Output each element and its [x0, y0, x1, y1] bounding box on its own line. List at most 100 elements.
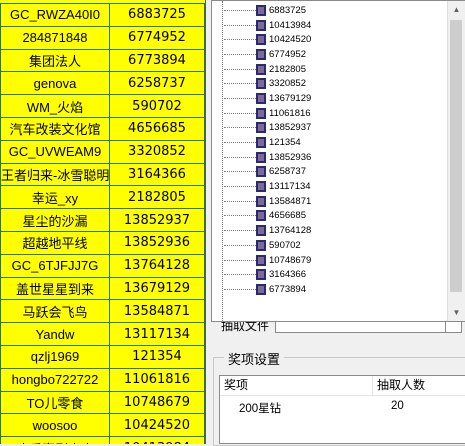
table-row[interactable]: woosoo 10424520: [0, 413, 205, 438]
tree-item[interactable]: 13764128: [222, 223, 447, 238]
tree-item[interactable]: 6773894: [222, 282, 447, 297]
name-cell[interactable]: hongbo722722: [0, 367, 110, 392]
user-icon: [256, 4, 266, 16]
table-row[interactable]: hongbo722722 11061816: [0, 367, 205, 392]
tree-item[interactable]: 13852937: [222, 121, 447, 136]
name-cell[interactable]: 超越地平线: [0, 230, 110, 255]
scroll-down-icon[interactable]: ▼: [448, 304, 465, 321]
dropdown-icon[interactable]: [445, 322, 461, 332]
table-row[interactable]: GC_6TJFJJ7G 13764128: [0, 253, 205, 278]
name-cell[interactable]: qzlj1969: [0, 344, 110, 369]
name-cell[interactable]: 欢乐喜剧小人: [0, 436, 110, 444]
table-row[interactable]: 284871848 6774952: [0, 25, 205, 50]
table-row[interactable]: WM_火焰 590702: [0, 94, 205, 118]
id-cell[interactable]: 4656685: [109, 116, 205, 141]
tree-item[interactable]: 121354: [222, 135, 447, 150]
group-title: 奖项设置: [224, 349, 285, 368]
table-row[interactable]: 幸运_xy 2182805: [0, 185, 205, 210]
id-cell[interactable]: 590702: [109, 94, 205, 118]
table-row[interactable]: TO儿零食 10748679: [0, 390, 205, 415]
prize-name-cell[interactable]: 200星钻: [239, 400, 281, 416]
table-row[interactable]: genova 6258737: [0, 71, 205, 96]
id-cell[interactable]: 3320852: [109, 139, 205, 164]
scrollbar-thumb[interactable]: [450, 20, 462, 292]
table-row[interactable]: GC_UVWEAM9 3320852: [0, 139, 205, 164]
tree-item[interactable]: 11061816: [222, 106, 447, 121]
table-row[interactable]: 汽车改装文化馆 4656685: [0, 116, 205, 141]
id-cell[interactable]: 13852936: [109, 230, 205, 255]
participant-tree-list[interactable]: 6883725 10413984 10424520 6774952 2182805 332…: [211, 0, 465, 322]
vertical-scrollbar[interactable]: ▲ ▼: [447, 1, 465, 321]
name-cell[interactable]: 集团法人: [0, 48, 110, 73]
tree-item[interactable]: 10748679: [222, 253, 447, 268]
id-cell[interactable]: 3164366: [109, 162, 205, 187]
id-cell[interactable]: 10424520: [109, 413, 205, 438]
id-cell[interactable]: 10413984: [109, 436, 205, 444]
name-cell[interactable]: 汽车改装文化馆: [0, 116, 110, 141]
id-cell[interactable]: 10748679: [109, 390, 205, 415]
name-cell[interactable]: woosoo: [0, 413, 110, 438]
tree-item[interactable]: 4656685: [222, 209, 447, 224]
tree-item[interactable]: 10424520: [222, 32, 447, 47]
table-row[interactable]: 星尘的沙漏 13852937: [0, 208, 205, 232]
file-field[interactable]: [275, 322, 462, 333]
name-cell[interactable]: GC_RWZA40I0: [0, 3, 110, 27]
tree-item-label: 3320852: [269, 78, 306, 90]
table-row[interactable]: Yandw 13117134: [0, 322, 205, 346]
name-cell[interactable]: genova: [0, 71, 110, 96]
tree-connector: [224, 97, 256, 99]
id-cell[interactable]: 6774952: [109, 25, 205, 50]
id-cell[interactable]: 11061816: [109, 367, 205, 392]
id-cell[interactable]: 13852937: [109, 208, 205, 232]
tree-item[interactable]: 6883725: [222, 3, 447, 18]
tree-item[interactable]: 3164366: [222, 267, 447, 282]
id-cell[interactable]: 6883725: [109, 3, 205, 27]
table-row[interactable]: 集团法人 6773894: [0, 48, 205, 73]
prize-count-cell[interactable]: 20: [391, 400, 404, 412]
tree-item[interactable]: 10413984: [222, 18, 447, 33]
id-cell[interactable]: 13764128: [109, 253, 205, 278]
name-cell[interactable]: 王者归来-冰雪聪明: [0, 162, 110, 187]
tree-item[interactable]: 2182805: [222, 62, 447, 77]
name-cell[interactable]: GC_UVWEAM9: [0, 139, 110, 164]
tree-connector: [224, 112, 256, 114]
id-cell[interactable]: 121354: [109, 344, 205, 369]
name-cell[interactable]: 马跃会飞鸟: [0, 299, 110, 324]
name-cell[interactable]: 星尘的沙漏: [0, 208, 110, 232]
tree-item[interactable]: 3320852: [222, 76, 447, 91]
tree-connector: [224, 215, 256, 217]
table-row[interactable]: 马跃会飞鸟 13584871: [0, 299, 205, 324]
name-cell[interactable]: Yandw: [0, 322, 110, 346]
name-cell[interactable]: 盖世星星到来: [0, 276, 110, 301]
tree-item[interactable]: 13117134: [222, 179, 447, 194]
column-header-prize[interactable]: 奖项: [220, 376, 373, 395]
name-cell[interactable]: 幸运_xy: [0, 185, 110, 210]
name-cell[interactable]: GC_6TJFJJ7G: [0, 253, 110, 278]
table-row[interactable]: 盖世星星到来 13679129: [0, 276, 205, 301]
id-cell[interactable]: 6258737: [109, 71, 205, 96]
tree-item[interactable]: 13584871: [222, 194, 447, 209]
scroll-up-icon[interactable]: ▲: [448, 1, 465, 18]
id-cell[interactable]: 13584871: [109, 299, 205, 324]
name-cell[interactable]: TO儿零食: [0, 390, 110, 415]
name-cell[interactable]: WM_火焰: [0, 94, 110, 118]
id-cell[interactable]: 13679129: [109, 276, 205, 301]
table-row[interactable]: 王者归来-冰雪聪明 3164366: [0, 162, 205, 187]
tree-item[interactable]: 590702: [222, 238, 447, 253]
column-header-count[interactable]: 抽取人数: [373, 376, 465, 395]
table-row[interactable]: 超越地平线 13852936: [0, 230, 205, 255]
tree-item[interactable]: 13679129: [222, 91, 447, 106]
table-row[interactable]: qzlj1969 121354: [0, 344, 205, 369]
table-row[interactable]: 欢乐喜剧小人10413984: [0, 436, 205, 444]
user-icon: [256, 239, 266, 251]
table-row[interactable]: GC_RWZA40I0 6883725: [0, 3, 205, 27]
tree-item[interactable]: 13852936: [222, 150, 447, 165]
id-cell[interactable]: 6773894: [109, 48, 205, 73]
tree-connector: [224, 24, 256, 26]
id-cell[interactable]: 13117134: [109, 322, 205, 346]
tree-item[interactable]: 6774952: [222, 47, 447, 62]
name-cell[interactable]: 284871848: [0, 25, 110, 50]
prize-table[interactable]: 奖项 抽取人数 200星钻 20: [219, 375, 465, 444]
tree-item[interactable]: 6258737: [222, 165, 447, 180]
id-cell[interactable]: 2182805: [109, 185, 205, 210]
